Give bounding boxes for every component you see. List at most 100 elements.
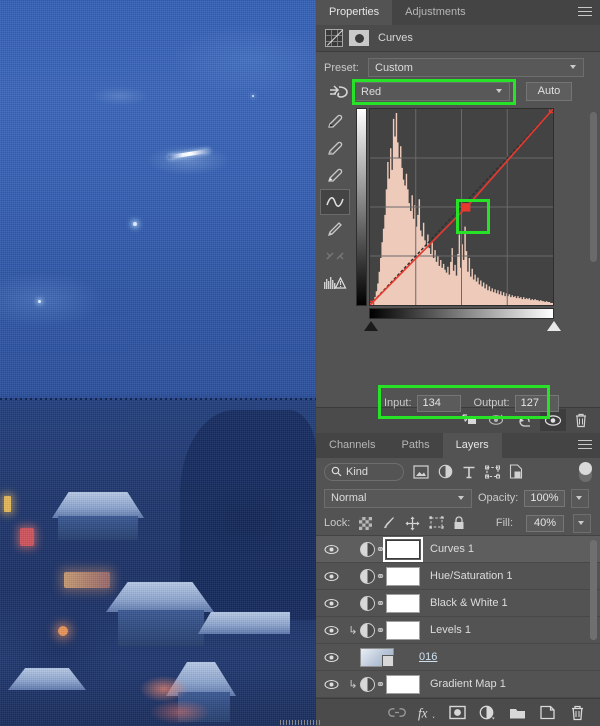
tab-adjustments[interactable]: Adjustments xyxy=(392,0,479,25)
new-adjustment-layer-button[interactable] xyxy=(478,704,496,722)
filter-pixel-layers-icon[interactable] xyxy=(413,464,429,479)
opacity-stepper[interactable] xyxy=(570,488,589,508)
delete-layer-button[interactable] xyxy=(568,704,586,722)
new-layer-button[interactable] xyxy=(538,704,556,722)
link-mask-icon[interactable]: ⚭ xyxy=(375,597,386,610)
blend-mode-select[interactable]: Normal xyxy=(324,488,472,508)
on-image-adjust-icon[interactable] xyxy=(324,84,354,100)
histogram-warning-icon[interactable] xyxy=(320,270,350,296)
lock-transparent-pixels-icon[interactable] xyxy=(359,516,373,530)
adjustment-layer-thumbnail[interactable] xyxy=(360,568,375,584)
layer-visibility-toggle[interactable] xyxy=(316,625,346,636)
table-row[interactable]: ↳ ⚭ Gradient Map 1 xyxy=(316,671,600,698)
filter-enable-toggle[interactable] xyxy=(579,461,592,482)
layer-visibility-toggle[interactable] xyxy=(316,679,346,690)
link-mask-icon[interactable]: ⚭ xyxy=(375,678,386,691)
layer-mask-thumbnail[interactable] xyxy=(386,620,420,640)
layer-visibility-toggle[interactable] xyxy=(316,571,346,582)
properties-tabbar: Properties Adjustments xyxy=(316,0,600,25)
layers-scrollbar[interactable] xyxy=(590,540,597,640)
layer-mask-thumbnail[interactable] xyxy=(386,674,420,694)
filter-type-layers-icon[interactable] xyxy=(462,465,476,479)
panel-menu-icon[interactable] xyxy=(578,7,592,18)
layers-tabbar: Channels Paths Layers xyxy=(316,433,600,458)
smart-object-badge-icon xyxy=(382,654,394,667)
layer-mask-thumbnail[interactable] xyxy=(386,593,420,613)
link-layers-button[interactable] xyxy=(388,704,406,722)
auto-button[interactable]: Auto xyxy=(526,82,572,102)
fill-label: Fill: xyxy=(495,517,513,529)
table-row[interactable]: ⚭ Hue/Saturation 1 xyxy=(316,563,600,590)
draw-curve-pencil-tool[interactable] xyxy=(320,216,350,242)
lock-image-pixels-icon[interactable] xyxy=(381,516,396,530)
lock-all-icon[interactable] xyxy=(453,516,465,530)
output-field[interactable]: 127 xyxy=(514,394,559,412)
table-row[interactable]: ⚭ Black & White 1 xyxy=(316,590,600,617)
link-mask-icon[interactable]: ⚭ xyxy=(375,543,386,556)
lock-artboard-nesting-icon[interactable] xyxy=(429,516,444,530)
input-field[interactable]: 134 xyxy=(416,394,461,412)
layer-name: Curves 1 xyxy=(430,543,475,555)
link-mask-icon[interactable]: ⚭ xyxy=(375,570,386,583)
lock-position-icon[interactable] xyxy=(405,516,420,531)
clipping-mask-indicator: ↳ xyxy=(348,678,358,691)
curves-graph[interactable] xyxy=(369,108,554,307)
filter-shape-layers-icon[interactable] xyxy=(485,465,500,479)
village-scene xyxy=(0,400,316,726)
sample-gray-point-eyedropper[interactable] xyxy=(320,135,350,161)
tab-layers[interactable]: Layers xyxy=(442,433,502,458)
channel-select[interactable]: Red xyxy=(354,82,510,102)
output-gradient-bar xyxy=(356,108,367,307)
photoshop-window: Properties Adjustments Curves Preset: Cu… xyxy=(0,0,600,726)
layer-mask-thumbnail[interactable] xyxy=(386,566,420,586)
delete-adjustment-layer-button[interactable] xyxy=(568,409,594,431)
fill-stepper[interactable] xyxy=(573,513,591,533)
tab-channels[interactable]: Channels xyxy=(316,433,388,458)
opacity-field[interactable]: 100% xyxy=(524,489,565,507)
sample-black-point-eyedropper[interactable] xyxy=(320,108,350,134)
filter-kind-select[interactable]: Kind xyxy=(324,462,404,481)
edit-points-curve-tool[interactable] xyxy=(320,189,350,216)
curve-plot[interactable] xyxy=(370,109,553,306)
tab-paths[interactable]: Paths xyxy=(388,433,442,458)
preset-label: Preset: xyxy=(324,61,359,74)
output-label: Output: xyxy=(473,397,510,410)
add-layer-mask-button[interactable] xyxy=(448,704,466,722)
clipping-mask-indicator: ↳ xyxy=(348,624,358,637)
black-point-slider[interactable] xyxy=(364,321,378,332)
filter-smart-object-icon[interactable] xyxy=(509,464,523,479)
table-row[interactable]: 016 xyxy=(316,644,600,671)
chevron-down-icon xyxy=(570,65,577,70)
new-group-button[interactable] xyxy=(508,704,526,722)
layer-visibility-toggle[interactable] xyxy=(316,652,346,663)
adjustment-layer-thumbnail[interactable] xyxy=(360,676,375,692)
layer-visibility-toggle[interactable] xyxy=(316,598,346,609)
filter-adjustment-layers-icon[interactable] xyxy=(438,464,453,479)
panel-resize-grip[interactable] xyxy=(280,720,320,725)
chevron-down-icon xyxy=(496,89,503,94)
table-row[interactable]: ⚭ Curves 1 xyxy=(316,536,600,563)
table-row[interactable]: ↳ ⚭ Levels 1 xyxy=(316,617,600,644)
adjustment-layer-thumbnail[interactable] xyxy=(360,595,375,611)
tab-properties[interactable]: Properties xyxy=(316,0,393,25)
panel-menu-icon[interactable] xyxy=(578,440,592,451)
layer-mask-icon xyxy=(349,30,369,47)
fill-field[interactable]: 40% xyxy=(526,514,564,532)
layer-mask-thumbnail[interactable] xyxy=(383,536,423,562)
layer-visibility-toggle[interactable] xyxy=(316,544,346,555)
properties-scrollbar[interactable] xyxy=(590,112,597,263)
photo-image xyxy=(0,0,316,726)
link-mask-icon[interactable]: ⚭ xyxy=(375,624,386,637)
add-layer-style-button[interactable]: fx xyxy=(418,704,436,722)
adjustment-layer-thumbnail[interactable] xyxy=(360,622,375,638)
preset-select[interactable]: Custom xyxy=(368,58,584,78)
layer-name: Hue/Saturation 1 xyxy=(430,570,513,582)
sample-white-point-eyedropper[interactable] xyxy=(320,162,350,188)
opacity-label: Opacity: xyxy=(478,492,519,504)
document-canvas[interactable] xyxy=(0,0,316,726)
white-point-slider[interactable] xyxy=(547,321,561,332)
layer-thumbnail[interactable] xyxy=(360,647,394,667)
adjustment-layer-thumbnail[interactable] xyxy=(360,541,375,557)
layer-list[interactable]: ⚭ Curves 1 ⚭ Hue/Saturation 1 ⚭ Black & White… xyxy=(316,536,600,698)
smooth-curve-tool[interactable] xyxy=(320,243,350,269)
